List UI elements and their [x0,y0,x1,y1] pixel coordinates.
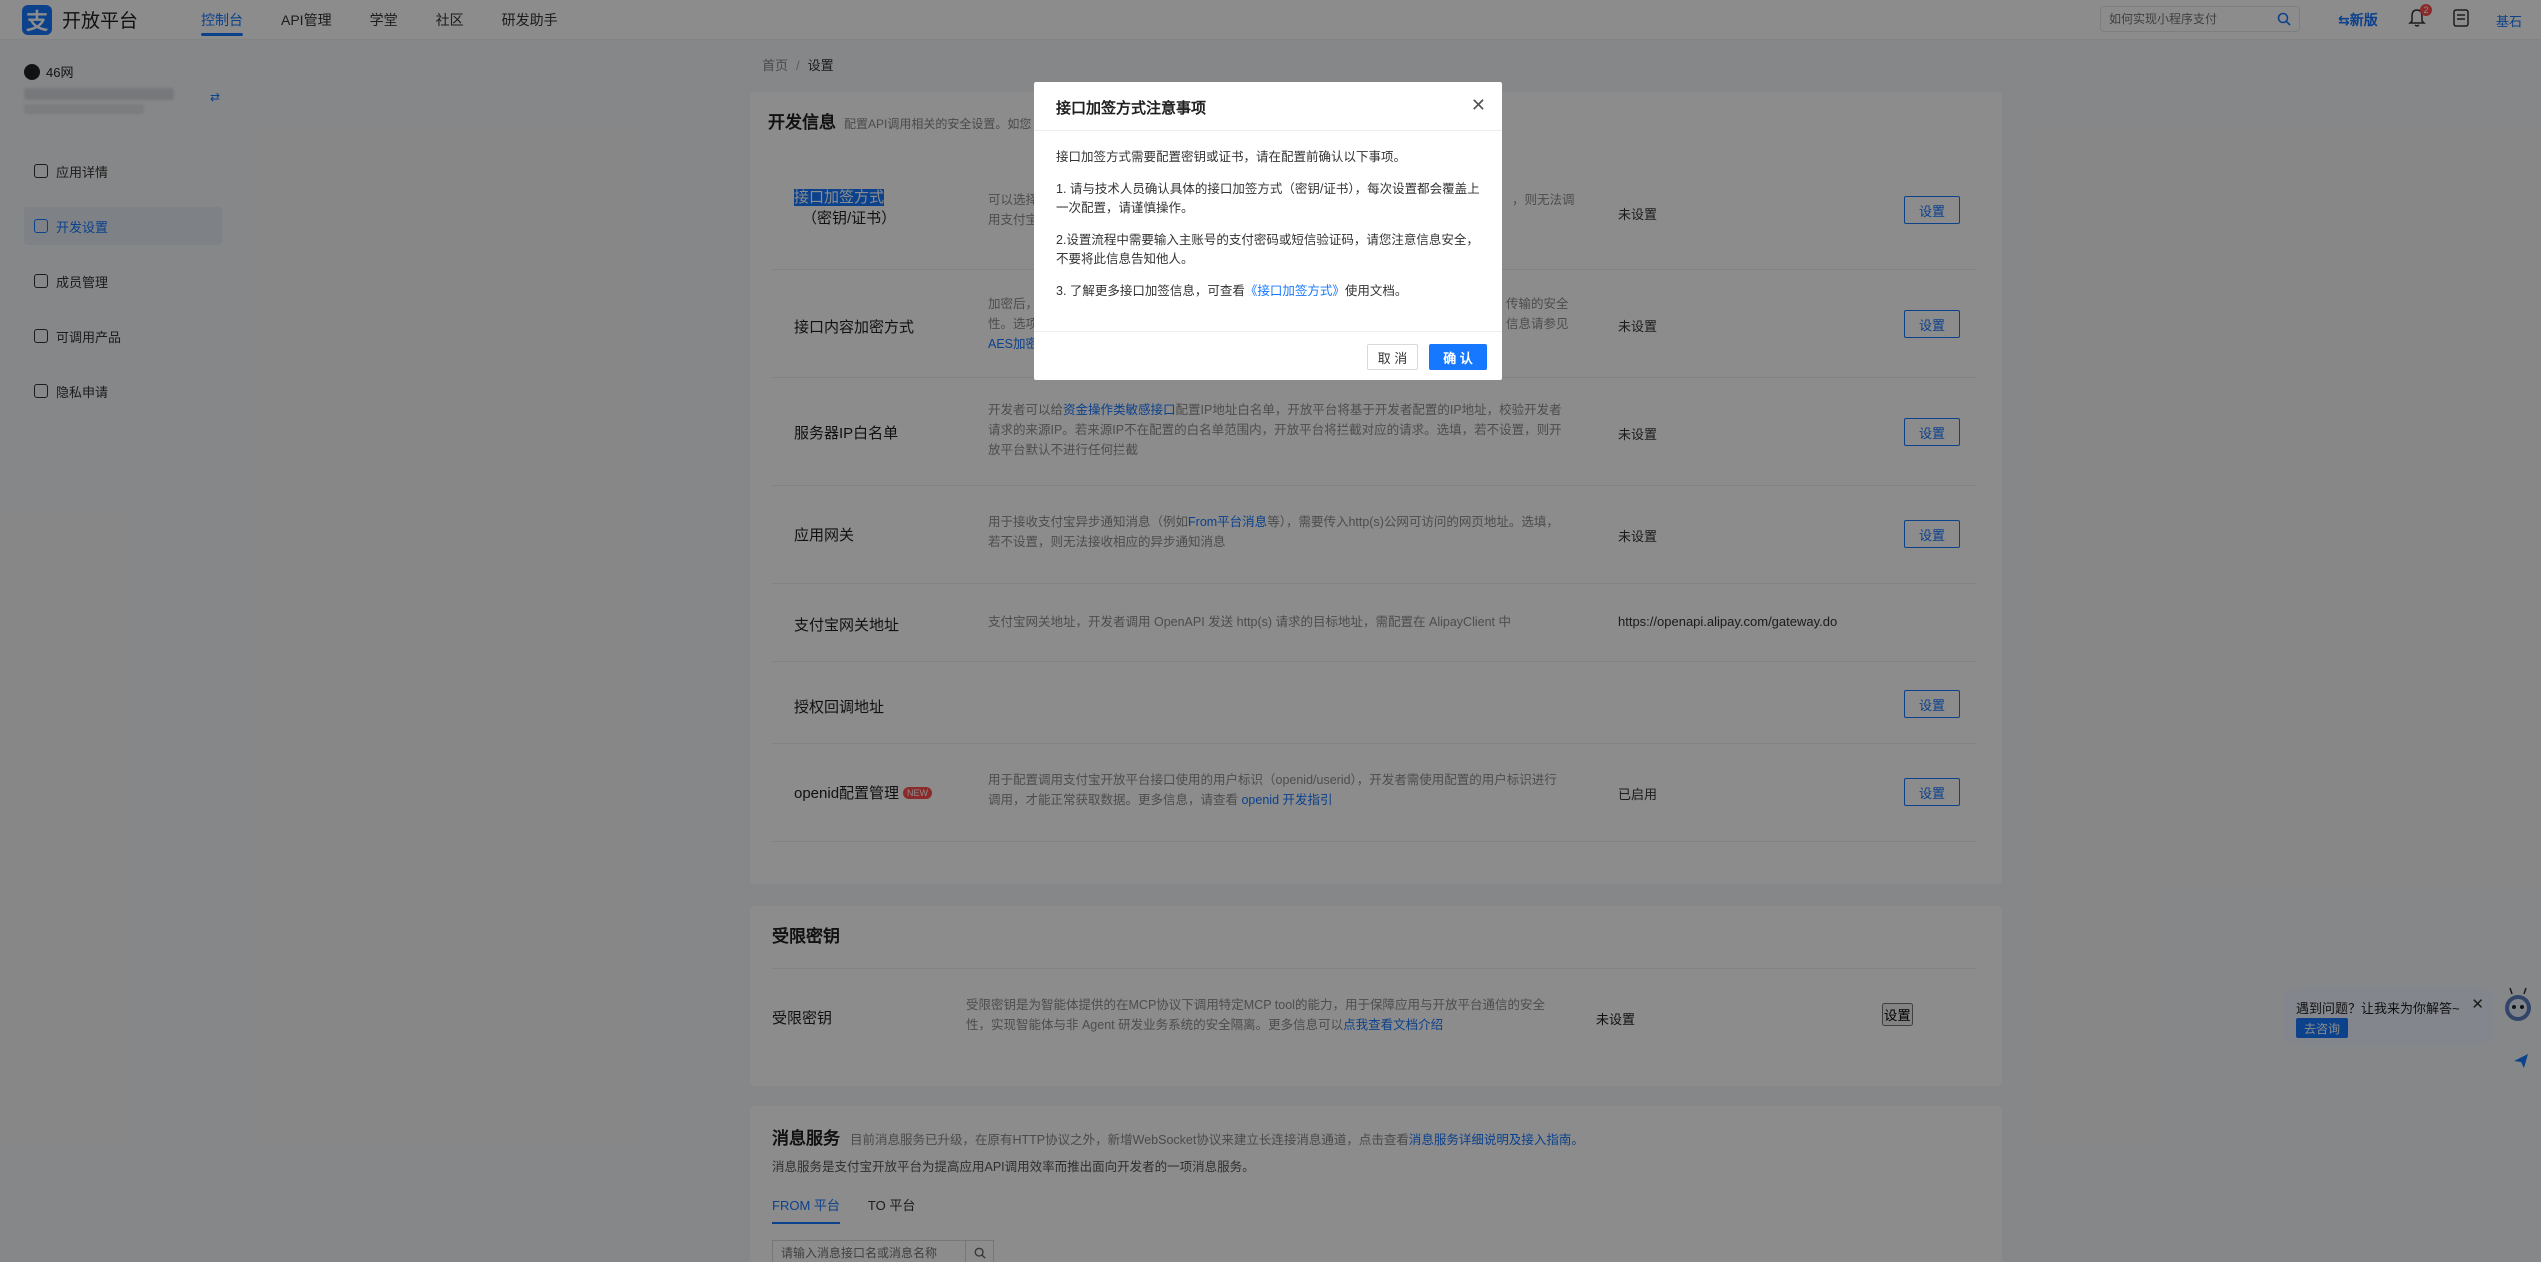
cancel-button[interactable]: 取 消 [1367,344,1418,370]
modal-intro: 接口加签方式需要配置密钥或证书，请在配置前确认以下事项。 [1056,150,1407,164]
sign-method-doc-link[interactable]: 《接口加签方式》 [1245,284,1345,298]
modal-item-3: 3. 了解更多接口加签信息，可查看《接口加签方式》使用文档。 [1056,284,1408,298]
close-icon[interactable]: ✕ [1471,95,1486,116]
modal-title: 接口加签方式注意事项 [1056,100,1207,117]
modal-item-1: 1. 请与技术人员确认具体的接口加签方式（密钥/证书），每次设置都会覆盖上一次配… [1056,182,1480,215]
modal-body: 接口加签方式需要配置密钥或证书，请在配置前确认以下事项。 1. 请与技术人员确认… [1056,148,1484,314]
confirm-button[interactable]: 确 认 [1429,344,1487,370]
sign-method-notice-modal: 接口加签方式注意事项 ✕ 接口加签方式需要配置密钥或证书，请在配置前确认以下事项… [1034,82,1502,380]
modal-footer-divider [1034,331,1502,332]
modal-divider [1034,130,1502,131]
modal-item-2: 2.设置流程中需要输入主账号的支付密码或短信验证码，请您注意信息安全，不要将此信… [1056,233,1479,266]
